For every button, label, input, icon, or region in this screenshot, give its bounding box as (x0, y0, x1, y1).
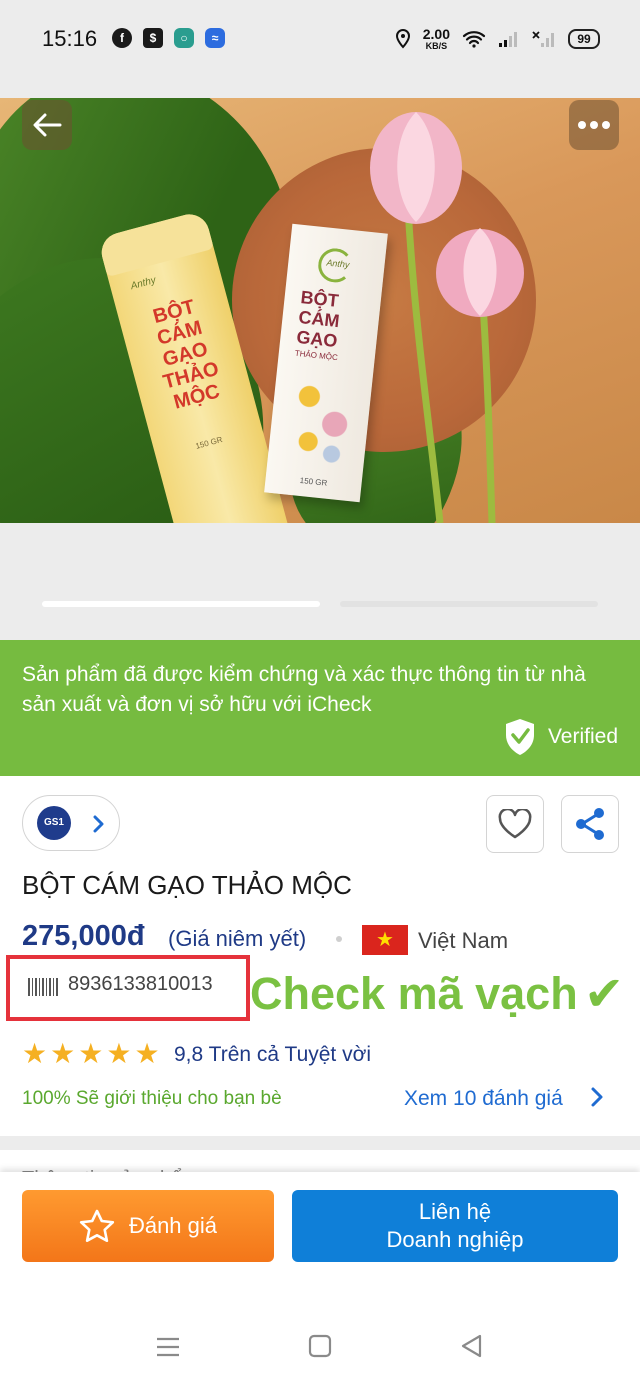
star-icon: ★ (50, 1038, 76, 1069)
net-speed: 2.00 KB/S (423, 27, 450, 51)
wifi-icon (462, 31, 486, 48)
separator-dot (336, 936, 342, 942)
verified-message: Sản phẩm đã được kiểm chứng và xác thực … (22, 663, 586, 716)
bottle-weight: 150 GR (194, 435, 224, 451)
star-icon: ★ (106, 1038, 132, 1069)
contact-business-button[interactable]: Liên hệ Doanh nghiệp (292, 1190, 618, 1262)
system-nav-bar (0, 1284, 640, 1386)
star-outline-icon (79, 1209, 115, 1242)
product-price: 275,000đ (22, 920, 145, 952)
status-right-group: 2.00 KB/S 99 (395, 26, 600, 52)
view-reviews-link[interactable]: Xem 10 đánh giá (404, 1087, 563, 1111)
star-icon: ★ (78, 1038, 104, 1069)
home-icon[interactable] (308, 1334, 332, 1358)
box-flower-art (281, 364, 362, 472)
barcode-number: 8936133810013 (68, 973, 213, 995)
more-options-button[interactable] (569, 100, 619, 150)
lotus-flowers (370, 112, 524, 523)
status-bar: 15:16 f $ ○ ≈ 2.00 KB/S 99 (0, 0, 640, 78)
box-weight: 150 GR (299, 475, 328, 488)
verified-label: Verified (547, 725, 618, 748)
wifi-transfer-icon: ≈ (205, 28, 225, 48)
share-icon (576, 808, 604, 840)
back-button[interactable] (22, 100, 72, 150)
location-icon (395, 29, 410, 49)
chevron-right-icon[interactable] (590, 1086, 604, 1108)
check-barcode-overlay: Check mã vạch (250, 968, 578, 1019)
gs1-logo: GS1 (37, 806, 71, 840)
contact-line-2: Doanh nghiệp (386, 1227, 524, 1252)
shield-check-icon (505, 719, 534, 755)
recent-apps-icon[interactable] (156, 1336, 180, 1358)
product-title: BỘT CÁM GẠO THẢO MỘC (22, 870, 352, 900)
box-label: BỘT CÁM GẠO (295, 287, 341, 352)
verified-badge: Verified (504, 718, 618, 756)
vietnam-flag-icon: ★ (362, 925, 408, 955)
status-time: 15:16 (42, 26, 98, 51)
rate-button-label: Đánh giá (128, 1213, 218, 1238)
barcode-icon (28, 978, 60, 996)
origin-country: Việt Nam (418, 928, 509, 953)
back-icon[interactable] (460, 1334, 484, 1358)
more-dots-icon (578, 121, 610, 129)
contact-line-1: Liên hệ (418, 1199, 492, 1224)
star-icon: ★ (22, 1038, 48, 1069)
rating-text: 9,8 Trên cả Tuyệt vời (174, 1043, 372, 1066)
price-note: (Giá niêm yết) (168, 926, 307, 951)
star-icon: ★ (134, 1038, 160, 1069)
facebook-icon: f (112, 28, 132, 48)
carousel-indicator[interactable] (340, 601, 598, 607)
signal-icon-2 (532, 31, 554, 47)
back-arrow-icon (33, 113, 62, 137)
carousel-indicator-active[interactable] (42, 601, 320, 607)
barcode-highlight: 8936133810013 (6, 955, 250, 1021)
bottle-label: BỘT CÁM GẠO THẢO MỘC (150, 295, 223, 414)
recommend-text: 100% Sẽ giới thiệu cho bạn bè (22, 1088, 282, 1109)
net-speed-unit: KB/S (425, 41, 448, 51)
favorite-button[interactable] (486, 795, 544, 853)
rating-stars: ★ ★ ★ ★ ★ (22, 1040, 160, 1068)
heart-icon (498, 809, 532, 839)
battery-indicator: 99 (568, 29, 600, 49)
gs1-button[interactable]: GS1 (22, 795, 120, 851)
product-image[interactable]: Anthy BỘT CÁM GẠO THẢO MỘC 150 GR Anthy … (0, 98, 640, 523)
net-speed-value: 2.00 (422, 26, 450, 42)
mobile-banking-icon: $ (143, 28, 163, 48)
chevron-right-icon (93, 815, 104, 833)
check-mark-icon: ✔ (584, 968, 625, 1021)
box-subline: THẢO MỘC (294, 348, 339, 363)
chat-icon: ○ (174, 28, 194, 48)
rate-button[interactable]: Đánh giá (22, 1190, 274, 1262)
share-button[interactable] (561, 795, 619, 853)
bottle-logo: Anthy (129, 274, 158, 293)
signal-icon-1 (499, 32, 517, 47)
